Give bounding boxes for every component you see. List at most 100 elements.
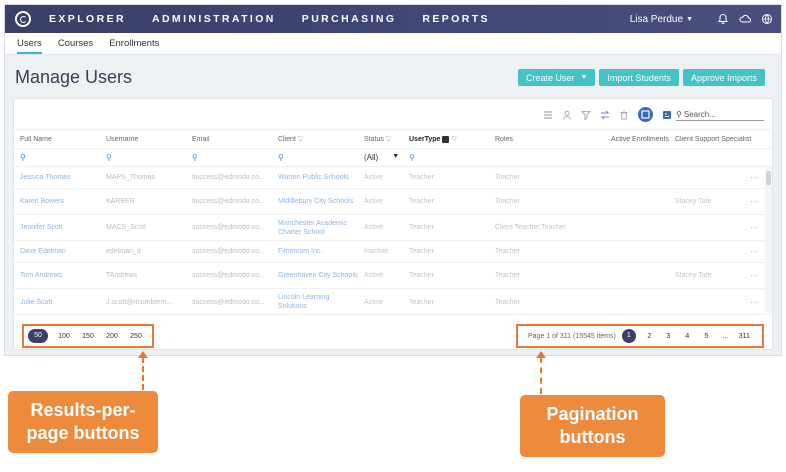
table-row[interactable]: Jessica Thomas MAPS_Thomas success@edmod…	[14, 167, 772, 189]
filter-icon[interactable]	[581, 110, 591, 120]
grid-search-input[interactable]: ⚲ Search...	[676, 108, 764, 121]
row-menu-icon[interactable]: ⋯	[750, 298, 758, 307]
col-usertype[interactable]: UserType ▽	[403, 135, 489, 143]
search-icon[interactable]: ⚲	[14, 153, 100, 162]
export-icon[interactable]	[638, 107, 653, 122]
col-email[interactable]: Email	[186, 136, 272, 143]
cell-full-name[interactable]: Julie Scott	[14, 298, 100, 307]
page-4-button[interactable]: 4	[678, 333, 697, 340]
cell-client[interactable]: Greenhaven City Schools	[272, 271, 358, 280]
cell-full-name[interactable]: Jennifer Scott	[14, 223, 100, 232]
filter-icon[interactable]: ▽	[451, 136, 456, 143]
col-username[interactable]: Username	[100, 136, 186, 143]
grid-toolbar: ⚲ Search...	[14, 99, 772, 129]
swap-icon[interactable]	[600, 110, 610, 120]
columns-icon[interactable]	[543, 110, 553, 120]
page-5-button[interactable]: 5	[697, 333, 716, 340]
nav-administration[interactable]: ADMINISTRATION	[152, 13, 276, 25]
cell-full-name[interactable]: Karen Bowers	[14, 197, 100, 206]
page-3-button[interactable]: 3	[659, 333, 678, 340]
import-students-button[interactable]: Import Students	[599, 69, 679, 86]
col-client[interactable]: Client ▽	[272, 135, 358, 143]
search-icon[interactable]: ⚲	[186, 153, 272, 162]
column-header-row: Full Name Username Email Client ▽ Status ▽…	[14, 129, 772, 149]
pagination-callout: Pagination buttons	[520, 395, 665, 457]
create-user-label: Create User	[525, 72, 575, 83]
col-client-support[interactable]: Client Support Specialist	[669, 136, 774, 143]
per-page-250-button[interactable]: 250	[124, 333, 148, 340]
per-page-150-button[interactable]: 150	[76, 333, 100, 340]
table-row[interactable]: Karen Bowers KARBER success@edmodo.co...…	[14, 189, 772, 215]
caret-down-icon: ▼	[580, 74, 588, 81]
page-1-button[interactable]: 1	[621, 329, 636, 343]
cell-roles: Client Teacher,Teacher	[495, 224, 567, 231]
nav-reports[interactable]: REPORTS	[422, 13, 490, 25]
page-last-button[interactable]: 311	[735, 333, 754, 340]
user-icon[interactable]	[562, 110, 572, 120]
globe-icon[interactable]	[761, 13, 773, 25]
report-icon[interactable]	[662, 110, 672, 120]
cell-client[interactable]: Middlebury City Schools	[272, 197, 358, 206]
page-2-button[interactable]: 2	[640, 333, 659, 340]
delete-icon[interactable]	[619, 110, 629, 120]
col-active-enrollments[interactable]: Active Enrollments	[589, 136, 669, 143]
user-menu[interactable]: Lisa Perdue ▼	[630, 14, 693, 25]
col-roles[interactable]: Roles	[489, 136, 589, 143]
cell-username: edelman_d	[106, 248, 141, 255]
cell-full-name[interactable]: Tom Andrews	[14, 271, 100, 280]
cell-client[interactable]: Lincoln Learning Solutions	[272, 293, 358, 311]
cell-status: Inactive	[364, 248, 389, 255]
search-icon[interactable]: ⚲	[403, 153, 489, 162]
logo-icon[interactable]	[15, 11, 31, 27]
search-icon: ⚲	[676, 109, 682, 119]
approve-imports-button[interactable]: Approve Imports	[682, 69, 765, 86]
cell-full-name[interactable]: Jessica Thomas	[14, 173, 100, 182]
cell-roles: Teacher	[495, 198, 520, 205]
row-menu-icon[interactable]: ⋯	[750, 223, 758, 232]
row-menu-icon[interactable]: ⋯	[750, 197, 758, 206]
col-full-name[interactable]: Full Name	[14, 136, 100, 143]
table-row[interactable]: Jennifer Scott MACS_Scott success@edmodo…	[14, 215, 772, 241]
cell-roles: Teacher	[495, 298, 520, 306]
bell-icon[interactable]	[717, 13, 729, 25]
nav-explorer[interactable]: EXPLORER	[49, 13, 126, 25]
scroll-thumb[interactable]	[766, 171, 771, 185]
row-menu-icon[interactable]: ⋯	[750, 173, 758, 182]
cell-email: success@edmodo.co...	[192, 248, 265, 255]
cell-roles: Teacher	[495, 272, 520, 279]
table-row[interactable]: Dave Edelman edelman_d success@edmodo.co…	[14, 241, 772, 263]
filter-row: ⚲ ⚲ ⚲ ⚲ (All) ▼ ⚲	[14, 149, 772, 167]
per-page-100-button[interactable]: 100	[52, 333, 76, 340]
cell-username: MACS_Scott	[106, 224, 147, 231]
per-page-200-button[interactable]: 200	[100, 333, 124, 340]
cell-client[interactable]: Warren Public Schools	[272, 173, 358, 182]
create-user-button[interactable]: Create User ▼	[517, 69, 596, 86]
status-filter-select[interactable]: (All) ▼	[358, 153, 403, 162]
cell-client[interactable]: Fitnercom Inc.	[272, 247, 358, 256]
table-row[interactable]: Tom Andrews TAndrews success@edmodo.co..…	[14, 263, 772, 289]
cell-full-name[interactable]: Dave Edelman	[14, 247, 100, 256]
cell-client[interactable]: Manchester Academic Charter School	[272, 219, 358, 237]
cloud-icon[interactable]	[739, 13, 751, 25]
cell-email: success@edmodo.co...	[192, 198, 265, 205]
row-menu-icon[interactable]: ⋯	[750, 271, 758, 280]
cell-email: success@edmodo.co...	[192, 272, 265, 279]
col-status[interactable]: Status ▽	[358, 135, 403, 143]
filter-icon[interactable]: ▽	[298, 136, 303, 143]
caret-down-icon: ▼	[392, 153, 400, 160]
filter-active-icon	[442, 135, 450, 143]
row-menu-icon[interactable]: ⋯	[750, 247, 758, 256]
filter-icon[interactable]: ▽	[386, 136, 391, 143]
search-icon[interactable]: ⚲	[272, 153, 358, 162]
table-row[interactable]: Julie Scott J.scott@ricumberm... success…	[14, 289, 772, 313]
grid-body: Jessica Thomas MAPS_Thomas success@edmod…	[14, 167, 772, 313]
nav-purchasing[interactable]: PURCHASING	[302, 13, 397, 25]
tab-enrollments[interactable]: Enrollments	[109, 38, 159, 54]
per-page-50-button[interactable]: 50	[28, 329, 48, 343]
tab-courses[interactable]: Courses	[58, 38, 93, 54]
tab-users[interactable]: Users	[17, 38, 42, 54]
pagination-callout-label: Pagination buttons	[546, 404, 639, 447]
search-icon[interactable]: ⚲	[100, 153, 186, 162]
grid-scrollbar[interactable]	[765, 167, 772, 313]
dashed-connector	[540, 357, 542, 394]
